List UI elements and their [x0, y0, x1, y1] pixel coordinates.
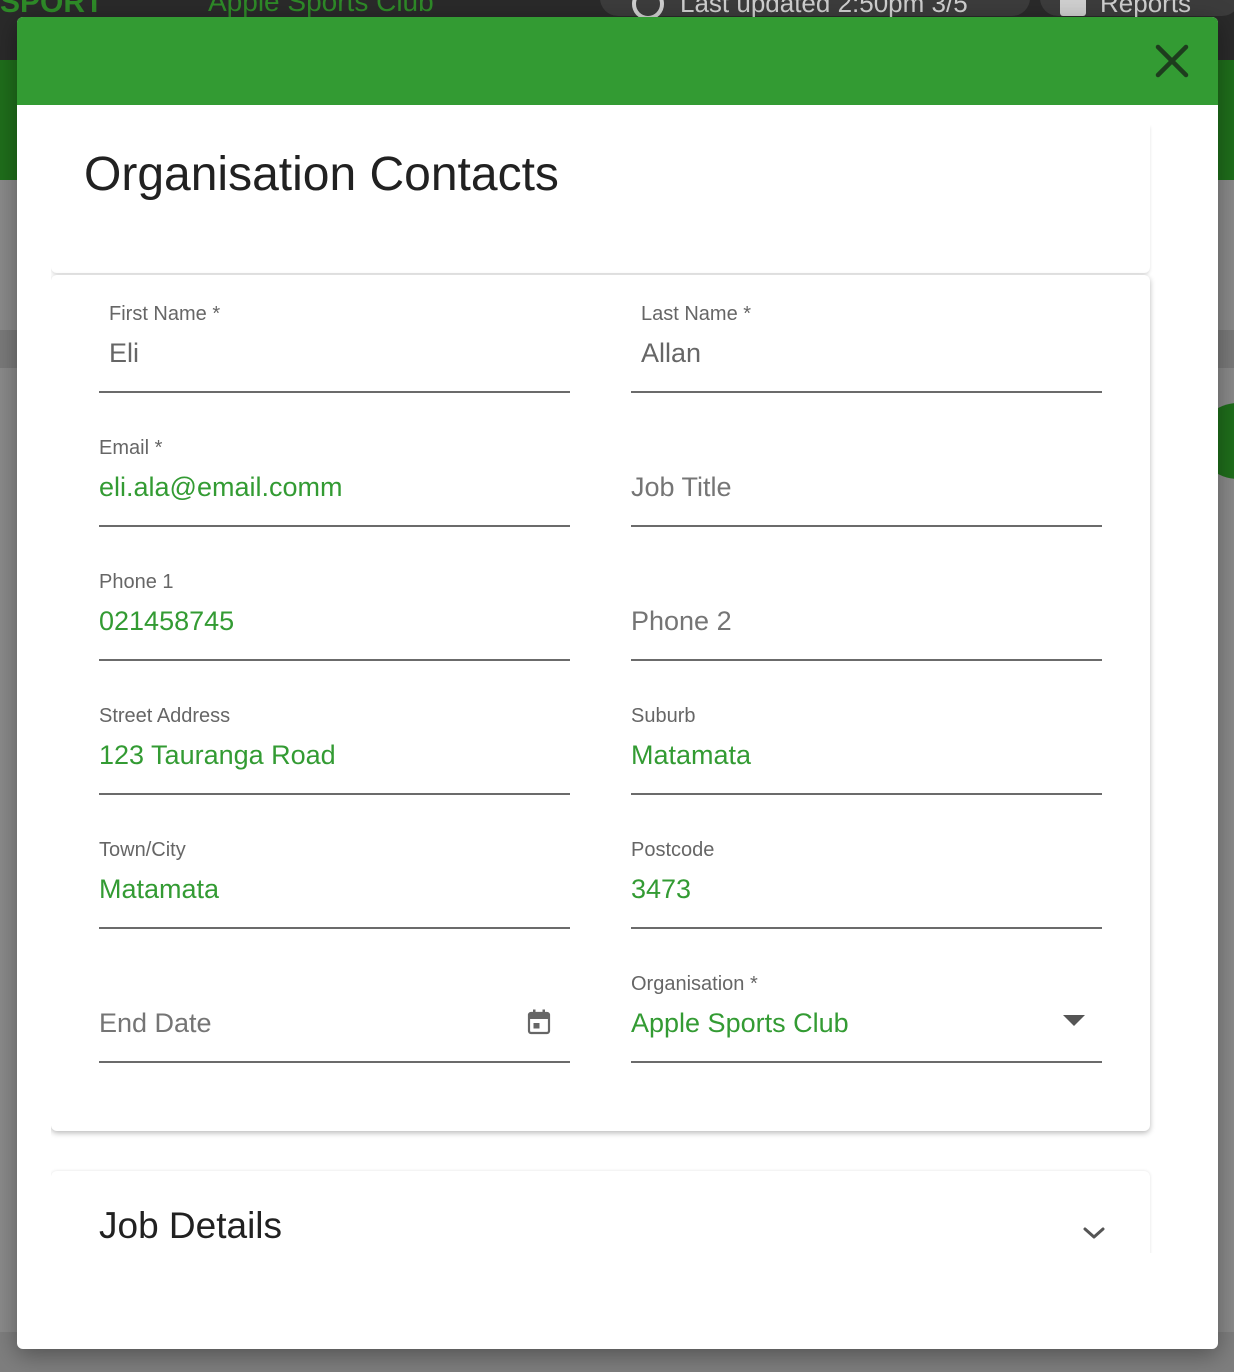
- job-title-underline: [631, 525, 1102, 527]
- last-name-underline: [631, 391, 1102, 393]
- postcode-label: Postcode: [631, 839, 715, 861]
- phone2-field[interactable]: Phone 2: [631, 543, 1102, 661]
- street-address-underline: [99, 793, 570, 795]
- street-address-value: 123 Tauranga Road: [99, 740, 336, 770]
- organisation-select[interactable]: Organisation * Apple Sports Club: [631, 945, 1102, 1063]
- postcode-value: 3473: [631, 874, 692, 904]
- town-city-field[interactable]: Town/City Matamata: [99, 811, 570, 929]
- suburb-field[interactable]: Suburb Matamata: [631, 677, 1102, 795]
- background-reports-button: Reports: [1040, 0, 1234, 18]
- end-date-underline: [99, 1061, 570, 1063]
- end-date-field[interactable]: End Date: [99, 945, 570, 1063]
- background-reports-label: Reports: [1100, 0, 1192, 18]
- suburb-underline: [631, 793, 1102, 795]
- phone2-placeholder: Phone 2: [631, 606, 732, 636]
- town-city-label: Town/City: [99, 839, 186, 861]
- job-title-field[interactable]: Job Title: [631, 409, 1102, 527]
- contact-form: First Name * Eli Last Name * Allan Email…: [51, 275, 1150, 1131]
- chevron-down-icon: [1083, 1227, 1105, 1239]
- street-address-label: Street Address: [99, 705, 231, 727]
- first-name-underline: [99, 391, 570, 393]
- email-field[interactable]: Email * eli.ala@email.comm: [99, 409, 570, 527]
- organisation-label: Organisation *: [631, 973, 758, 995]
- reports-icon: [1060, 0, 1086, 16]
- modal-header: [17, 17, 1218, 105]
- phone1-value: 021458745: [99, 606, 235, 636]
- suburb-label: Suburb: [631, 705, 696, 727]
- postcode-underline: [631, 927, 1102, 929]
- background-club-name: Apple Sports Club: [208, 0, 434, 17]
- calendar-icon[interactable]: [527, 1009, 551, 1035]
- last-name-field[interactable]: Last Name * Allan: [631, 275, 1102, 393]
- organisation-underline: [631, 1061, 1102, 1063]
- job-details-panel[interactable]: Job Details: [51, 1171, 1150, 1253]
- page-title: Organisation Contacts: [84, 148, 559, 201]
- email-value: eli.ala@email.comm: [99, 472, 343, 502]
- town-city-value: Matamata: [99, 874, 220, 904]
- suburb-value: Matamata: [631, 740, 752, 770]
- email-underline: [99, 525, 570, 527]
- end-date-placeholder: End Date: [99, 1008, 212, 1038]
- background-last-updated-text: Last updated 2:50pm 3/5: [680, 0, 968, 18]
- last-name-label: Last Name *: [641, 303, 752, 325]
- first-name-label: First Name *: [109, 303, 221, 325]
- organisation-value: Apple Sports Club: [631, 1008, 849, 1038]
- phone2-underline: [631, 659, 1102, 661]
- email-label: Email *: [99, 437, 163, 459]
- street-address-field[interactable]: Street Address 123 Tauranga Road: [99, 677, 570, 795]
- phone1-label: Phone 1: [99, 571, 174, 593]
- title-card: Organisation Contacts: [51, 125, 1150, 273]
- town-city-underline: [99, 927, 570, 929]
- phone1-field[interactable]: Phone 1 021458745: [99, 543, 570, 661]
- dropdown-arrow-icon[interactable]: [1063, 1015, 1085, 1027]
- close-icon: [1155, 44, 1189, 78]
- postcode-field[interactable]: Postcode 3473: [631, 811, 1102, 929]
- job-title-placeholder: Job Title: [631, 472, 732, 502]
- phone1-underline: [99, 659, 570, 661]
- job-details-title: Job Details: [99, 1205, 283, 1246]
- close-button[interactable]: [1152, 41, 1192, 81]
- modal-scroll-area[interactable]: Organisation Contacts First Name * Eli L…: [51, 125, 1188, 1253]
- background-last-updated: Last updated 2:50pm 3/5: [600, 0, 1030, 20]
- last-name-value: Allan: [641, 338, 702, 368]
- first-name-value: Eli: [109, 338, 140, 368]
- first-name-field[interactable]: First Name * Eli: [99, 275, 570, 393]
- contact-modal: Organisation Contacts First Name * Eli L…: [17, 17, 1218, 1349]
